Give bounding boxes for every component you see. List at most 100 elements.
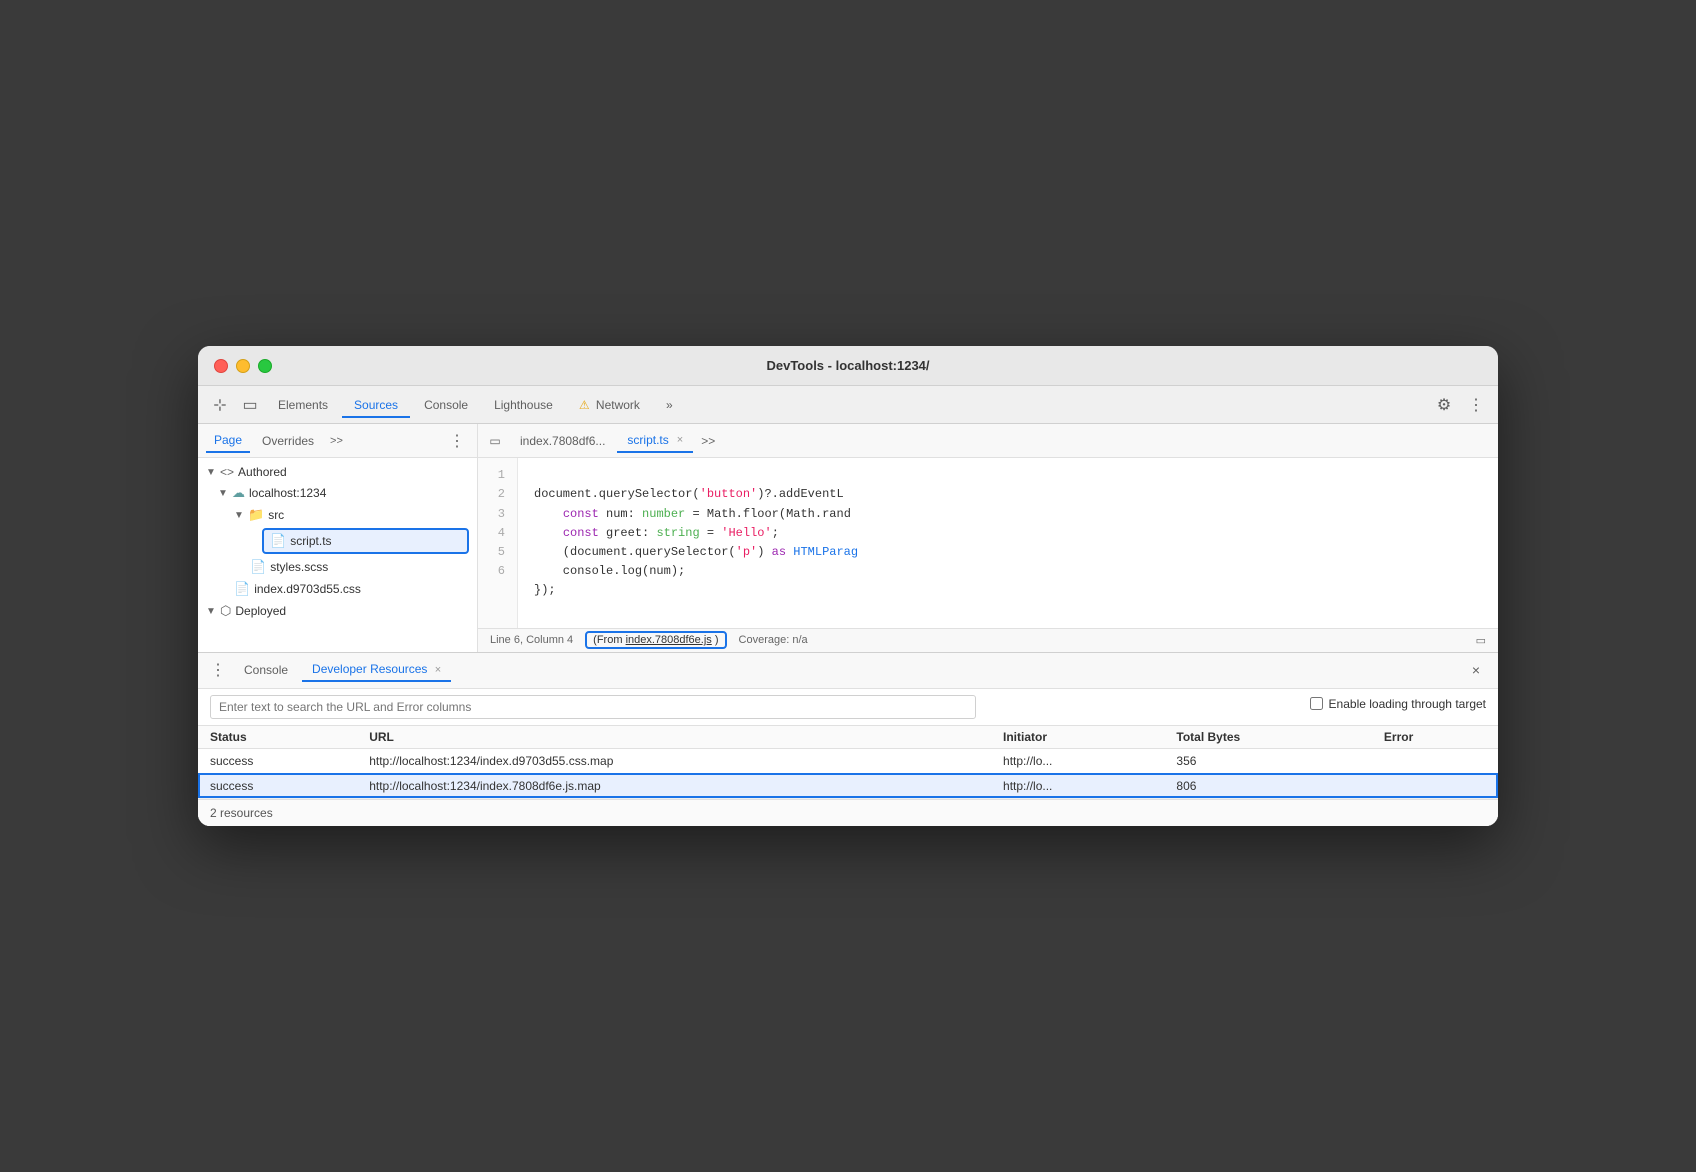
row2-error [1372, 773, 1498, 798]
tab-network[interactable]: ⚠ Network [567, 392, 652, 418]
src-label: src [268, 508, 284, 522]
developer-resources-panel: Enable loading through target Status URL… [198, 689, 1498, 826]
titlebar: DevTools - localhost:1234/ [198, 346, 1498, 386]
cube-icon: ⬡ [220, 603, 231, 619]
source-suffix: ) [715, 634, 719, 646]
folder-icon: 📁 [248, 507, 264, 523]
tab-page[interactable]: Page [206, 429, 250, 453]
traffic-lights [214, 359, 272, 373]
code-content[interactable]: document.querySelector('button')?.addEve… [518, 458, 1498, 628]
localhost-label: localhost:1234 [249, 486, 326, 500]
maximize-button[interactable] [258, 359, 272, 373]
developer-resources-close[interactable]: × [435, 664, 441, 676]
source-file-indicator: (From index.7808df6e.js ) [585, 631, 726, 649]
more-tabs-button[interactable]: » [654, 392, 685, 418]
line-num-3: 3 [490, 505, 505, 524]
screen-icon[interactable]: ▭ [1476, 634, 1486, 647]
deployed-arrow: ▼ [206, 606, 216, 617]
line-numbers: 1 2 3 4 5 6 [478, 458, 518, 628]
tab-sources[interactable]: Sources [342, 392, 410, 418]
col-initiator: Initiator [991, 726, 1164, 749]
editor-area: ▭ index.7808df6... script.ts × >> 1 2 [478, 424, 1498, 652]
row2-status: success [198, 773, 357, 798]
tab-lighthouse[interactable]: Lighthouse [482, 392, 565, 418]
more-editor-tabs[interactable]: >> [695, 430, 721, 452]
row1-url: http://localhost:1234/index.d9703d55.css… [357, 748, 991, 773]
settings-icon[interactable]: ⚙ [1430, 391, 1458, 419]
sources-sidebar: Page Overrides >> ⋮ ▼ <> Authored ▼ ☁ [198, 424, 478, 652]
src-group[interactable]: ▼ 📁 src [198, 504, 477, 526]
editor-tabbar: ▭ index.7808df6... script.ts × >> [478, 424, 1498, 458]
enable-loading-checkbox[interactable] [1310, 697, 1323, 710]
devtools-tabbar: ⊹ ▭ Elements Sources Console Lighthouse … [198, 386, 1498, 424]
line-num-2: 2 [490, 485, 505, 504]
more-options-icon[interactable]: ⋮ [1462, 391, 1490, 419]
url-search-input[interactable] [210, 695, 976, 719]
code-line-3: const greet: string = 'Hello'; [534, 526, 779, 540]
bottom-panel: ⋮ Console Developer Resources × × Enable… [198, 652, 1498, 826]
file-ts-icon: 📄 [270, 533, 286, 549]
tab-developer-resources[interactable]: Developer Resources × [302, 658, 451, 682]
code-icon: <> [220, 465, 234, 479]
styles-scss-item[interactable]: 📄 styles.scss [198, 556, 477, 578]
col-error: Error [1372, 726, 1498, 749]
devtools-window: DevTools - localhost:1234/ ⊹ ▭ Elements … [198, 346, 1498, 826]
table-header-row: Status URL Initiator Total Bytes Error [198, 726, 1498, 749]
row1-initiator: http://lo... [991, 748, 1164, 773]
minimize-button[interactable] [236, 359, 250, 373]
file-css-icon: 📄 [234, 581, 250, 597]
table-row[interactable]: success http://localhost:1234/index.d970… [198, 748, 1498, 773]
bottom-menu-icon[interactable]: ⋮ [206, 660, 230, 680]
close-button[interactable] [214, 359, 228, 373]
code-line-5: console.log(num); [534, 564, 685, 578]
code-line-1: document.querySelector('button')?.addEve… [534, 487, 844, 501]
styles-scss-label: styles.scss [270, 560, 328, 574]
authored-group[interactable]: ▼ <> Authored [198, 462, 477, 482]
status-bar: Line 6, Column 4 (From index.7808df6e.js… [478, 628, 1498, 652]
script-ts-item[interactable]: 📄 script.ts [262, 528, 469, 554]
code-line-4: (document.querySelector('p') as HTMLPara… [534, 545, 858, 559]
col-status: Status [198, 726, 357, 749]
tab-console[interactable]: Console [412, 392, 480, 418]
bottom-close-icon[interactable]: × [1462, 656, 1490, 684]
row1-bytes: 356 [1164, 748, 1372, 773]
tab-elements[interactable]: Elements [266, 392, 340, 418]
src-arrow: ▼ [234, 510, 244, 521]
editor-panel-icon[interactable]: ▭ [482, 428, 508, 454]
table-row-highlighted[interactable]: success http://localhost:1234/index.7808… [198, 773, 1498, 798]
authored-label: Authored [238, 465, 287, 479]
code-editor[interactable]: 1 2 3 4 5 6 document.querySelector('butt… [478, 458, 1498, 628]
source-file-link[interactable]: index.7808df6e.js [626, 634, 712, 646]
row2-initiator: http://lo... [991, 773, 1164, 798]
localhost-group[interactable]: ▼ ☁ localhost:1234 [198, 482, 477, 504]
bottom-panel-tabbar: ⋮ Console Developer Resources × × [198, 653, 1498, 689]
devtools-container: ⊹ ▭ Elements Sources Console Lighthouse … [198, 386, 1498, 826]
devtools-toolbar-right: ⚙ ⋮ [1430, 391, 1490, 419]
tab-overrides[interactable]: Overrides [254, 430, 322, 452]
cursor-position: Line 6, Column 4 [490, 634, 573, 646]
tab-console-bottom[interactable]: Console [234, 659, 298, 681]
deployed-label: Deployed [235, 604, 286, 618]
tab-close-icon[interactable]: × [677, 434, 683, 446]
resources-footer: 2 resources [198, 799, 1498, 826]
network-warning-icon: ⚠ [579, 398, 590, 412]
coverage-label: Coverage: n/a [739, 634, 808, 646]
inspect-icon[interactable]: ⊹ [206, 391, 234, 419]
cloud-icon: ☁ [232, 485, 245, 501]
line-num-6: 6 [490, 562, 505, 581]
file-scss-icon: 📄 [250, 559, 266, 575]
row1-status: success [198, 748, 357, 773]
row2-url: http://localhost:1234/index.7808df6e.js.… [357, 773, 991, 798]
index-css-item[interactable]: 📄 index.d9703d55.css [198, 578, 477, 600]
bottom-panel-right: × [1462, 656, 1490, 684]
device-icon[interactable]: ▭ [236, 391, 264, 419]
file-tree: ▼ <> Authored ▼ ☁ localhost:1234 ▼ 📁 [198, 458, 477, 652]
deployed-group[interactable]: ▼ ⬡ Deployed [198, 600, 477, 622]
main-content: Page Overrides >> ⋮ ▼ <> Authored ▼ ☁ [198, 424, 1498, 652]
sidebar-menu-icon[interactable]: ⋮ [445, 431, 469, 451]
more-sidebar-tabs[interactable]: >> [330, 435, 343, 447]
tab-script-ts[interactable]: script.ts × [617, 429, 693, 453]
tab-index-js[interactable]: index.7808df6... [510, 430, 615, 452]
script-ts-label: script.ts [290, 534, 331, 548]
line-num-5: 5 [490, 543, 505, 562]
